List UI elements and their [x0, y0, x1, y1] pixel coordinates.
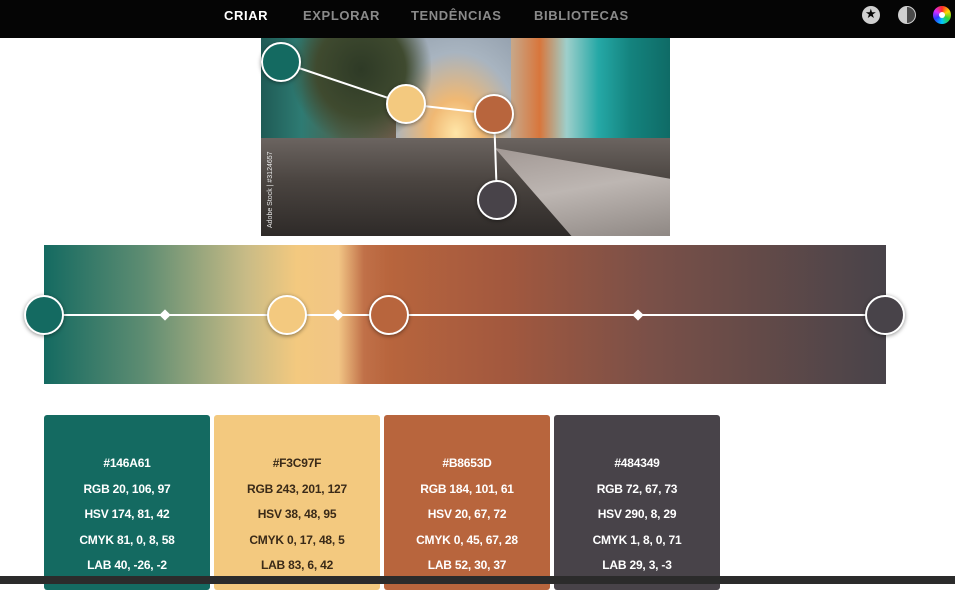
star-icon[interactable]: [862, 6, 880, 24]
contrast-icon[interactable]: [898, 6, 916, 24]
swatch-rgb: RGB 72, 67, 73: [596, 481, 678, 496]
swatch-cmyk: CMYK 0, 17, 48, 5: [249, 532, 345, 547]
swatch-hex: #B8653D: [442, 456, 492, 470]
gradient-stop-2[interactable]: [267, 295, 307, 335]
swatch-hsv: HSV 290, 8, 29: [597, 507, 677, 521]
swatch-lab: LAB 83, 6, 42: [260, 558, 334, 572]
photo-color-handle-2[interactable]: [386, 84, 426, 124]
color-wheel-icon[interactable]: [933, 6, 951, 24]
swatch-hsv: HSV 38, 48, 95: [257, 507, 337, 521]
swatch-hex: #484349: [614, 456, 660, 470]
photo-color-handle-3[interactable]: [474, 94, 514, 134]
swatch-lab: LAB 52, 30, 37: [427, 558, 507, 572]
gradient-stop-4[interactable]: [865, 295, 905, 335]
nav-bibliotecas[interactable]: BIBLIOTECAS: [534, 8, 629, 23]
nav-explorar[interactable]: EXPLORAR: [303, 8, 380, 23]
color-swatch-2[interactable]: #F3C97F RGB 243, 201, 127 HSV 38, 48, 95…: [214, 415, 380, 590]
swatch-rgb: RGB 20, 106, 97: [83, 481, 171, 496]
photo-color-handle-4[interactable]: [477, 180, 517, 220]
source-photo: Adobe Stock | #3124657: [261, 38, 670, 236]
color-swatch-1[interactable]: #146A61 RGB 20, 106, 97 HSV 174, 81, 42 …: [44, 415, 210, 590]
swatch-cmyk: CMYK 81, 0, 8, 58: [79, 532, 175, 547]
swatch-hex: #146A61: [103, 456, 151, 470]
swatch-lab: LAB 40, -26, -2: [87, 558, 167, 572]
swatch-cmyk: CMYK 1, 8, 0, 71: [592, 532, 682, 547]
photo-credit: Adobe Stock | #3124657: [267, 151, 274, 228]
gradient-stop-1[interactable]: [24, 295, 64, 335]
bottom-bar: [0, 576, 955, 584]
swatch-rgb: RGB 243, 201, 127: [246, 481, 347, 496]
nav-criar[interactable]: CRIAR: [224, 8, 268, 23]
swatch-hsv: HSV 20, 67, 72: [427, 507, 507, 521]
color-swatch-4[interactable]: #484349 RGB 72, 67, 73 HSV 290, 8, 29 CM…: [554, 415, 720, 590]
swatch-rgb: RGB 184, 101, 61: [420, 481, 514, 496]
gradient-stop-3[interactable]: [369, 295, 409, 335]
swatch-hsv: HSV 174, 81, 42: [84, 507, 170, 521]
swatch-hex: #F3C97F: [272, 456, 322, 470]
color-swatch-3[interactable]: #B8653D RGB 184, 101, 61 HSV 20, 67, 72 …: [384, 415, 550, 590]
swatch-cmyk: CMYK 0, 45, 67, 28: [416, 532, 518, 547]
nav-tendencias[interactable]: TENDÊNCIAS: [411, 8, 502, 23]
photo-color-handle-1[interactable]: [261, 42, 301, 82]
swatch-lab: LAB 29, 3, -3: [602, 558, 672, 572]
top-navigation: CRIAR EXPLORAR TENDÊNCIAS BIBLIOTECAS: [0, 0, 955, 38]
